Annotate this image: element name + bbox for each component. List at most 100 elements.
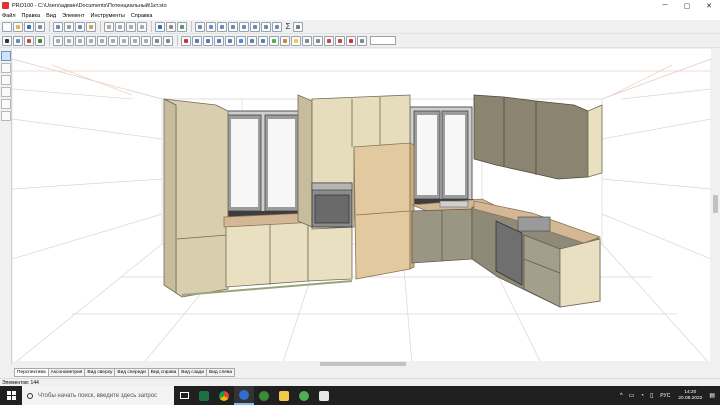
battery-icon[interactable]: ▯ [650, 392, 653, 399]
zoom-input[interactable] [370, 36, 396, 45]
network-icon[interactable]: ▭ [629, 392, 635, 399]
view-left-icon[interactable] [239, 21, 249, 32]
start-button[interactable] [0, 386, 22, 405]
snap-icon[interactable] [13, 35, 23, 46]
color-icon[interactable] [269, 35, 279, 46]
pro100-alt-icon[interactable] [254, 386, 274, 405]
pro100-icon[interactable] [234, 386, 254, 405]
box-side-icon[interactable] [258, 35, 268, 46]
chrome-icon[interactable] [214, 386, 234, 405]
select-tool-icon[interactable] [1, 63, 11, 73]
box-drawer-icon[interactable] [247, 35, 257, 46]
align-icon[interactable] [86, 35, 96, 46]
print-preview-icon[interactable] [53, 21, 63, 32]
zoom-icon[interactable] [357, 35, 367, 46]
calendar-icon[interactable] [314, 386, 334, 405]
stop-icon[interactable] [181, 35, 191, 46]
down-arrow-icon[interactable] [137, 21, 147, 32]
options-icon[interactable] [166, 21, 176, 32]
menu-edit[interactable]: Правка [22, 13, 41, 19]
notification-icon[interactable]: ▤ [709, 392, 715, 399]
speaker-icon[interactable]: ◔ [640, 393, 644, 399]
box-shelf-icon[interactable] [214, 35, 224, 46]
handle-icon[interactable] [313, 35, 323, 46]
scroll-thumb[interactable] [320, 362, 406, 366]
lamp-icon[interactable] [291, 35, 301, 46]
undo-icon[interactable] [104, 21, 114, 32]
open-folder-icon[interactable] [13, 21, 23, 32]
pencil-icon[interactable] [24, 35, 34, 46]
file-explorer-icon[interactable] [274, 386, 294, 405]
distribute-icon[interactable] [97, 35, 107, 46]
magnet-icon[interactable] [335, 35, 345, 46]
catalog-icon[interactable] [177, 21, 187, 32]
scissors-icon[interactable] [64, 21, 74, 32]
up-arrow-icon[interactable] [126, 21, 136, 32]
tab-top[interactable]: Вид сверху [85, 368, 116, 377]
tab-axonometric[interactable]: Аксонометрия [48, 368, 86, 377]
record-icon[interactable] [346, 35, 356, 46]
zoom-tool-icon[interactable] [1, 111, 11, 121]
scroll-thumb[interactable] [713, 195, 718, 213]
view-top-icon[interactable] [206, 21, 216, 32]
language-indicator[interactable]: РУС [660, 393, 670, 399]
taskbar-search[interactable]: Чтобы начать поиск, введите здесь запрос [22, 386, 174, 405]
view-perspective-icon[interactable] [272, 21, 282, 32]
menu-file[interactable]: Файл [2, 13, 16, 19]
tab-perspective[interactable]: Перспектива [14, 368, 49, 377]
menu-tools[interactable]: Инструменты [91, 13, 125, 19]
horizontal-scrollbar[interactable] [12, 361, 711, 367]
box-selected-icon[interactable] [236, 35, 246, 46]
pointer-tool-icon[interactable] [1, 51, 11, 61]
excel-icon[interactable] [194, 386, 214, 405]
globe-icon[interactable] [155, 21, 165, 32]
texture-icon[interactable] [280, 35, 290, 46]
paste-icon[interactable] [86, 21, 96, 32]
tab-left[interactable]: Вид слева [207, 368, 236, 377]
report-icon[interactable] [293, 21, 303, 32]
chevron-up-icon[interactable]: ^ [620, 393, 623, 399]
link-icon[interactable] [302, 35, 312, 46]
minimize-button[interactable]: ─ [654, 0, 676, 11]
rotate-tool-icon[interactable] [1, 75, 11, 85]
gear-icon[interactable] [152, 35, 162, 46]
view-axonometric-icon[interactable] [261, 21, 271, 32]
grid-icon[interactable] [2, 35, 12, 46]
arrow-right-icon[interactable] [119, 35, 129, 46]
box-open-icon[interactable] [203, 35, 213, 46]
lock-icon[interactable] [163, 35, 173, 46]
mirror-icon[interactable] [75, 35, 85, 46]
brush-icon[interactable] [35, 35, 45, 46]
vertical-scrollbar[interactable] [711, 49, 720, 365]
redo-icon[interactable] [115, 21, 125, 32]
clock[interactable]: 14:20 20.08.2022 [678, 390, 702, 402]
menu-view[interactable]: Вид [46, 13, 56, 19]
move-icon[interactable] [53, 35, 63, 46]
tab-back[interactable]: Вид сзади [179, 368, 208, 377]
measure-tool-icon[interactable] [1, 99, 11, 109]
print-icon[interactable] [35, 21, 45, 32]
maximize-button[interactable]: ▢ [676, 0, 698, 11]
view-front-icon[interactable] [195, 21, 205, 32]
sigma-icon[interactable]: Σ [283, 22, 293, 31]
box-door-icon[interactable] [225, 35, 235, 46]
copy-icon[interactable] [75, 21, 85, 32]
arrow-left-icon[interactable] [108, 35, 118, 46]
3d-viewport[interactable] [12, 49, 711, 365]
view-side-icon[interactable] [217, 21, 227, 32]
tab-front[interactable]: Вид спереди [115, 368, 149, 377]
pan-tool-icon[interactable] [1, 87, 11, 97]
task-view-icon[interactable] [174, 386, 194, 405]
settings-icon[interactable] [294, 386, 314, 405]
dimension-icon[interactable] [324, 35, 334, 46]
menu-help[interactable]: Справка [131, 13, 153, 19]
menu-element[interactable]: Элемент [62, 13, 84, 19]
rotate-icon[interactable] [64, 35, 74, 46]
tab-right[interactable]: Вид справа [148, 368, 180, 377]
arrow-up-icon[interactable] [130, 35, 140, 46]
save-icon[interactable] [24, 21, 34, 32]
view-back-icon[interactable] [228, 21, 238, 32]
new-file-icon[interactable] [2, 21, 12, 32]
box-icon[interactable] [192, 35, 202, 46]
view-right-icon[interactable] [250, 21, 260, 32]
